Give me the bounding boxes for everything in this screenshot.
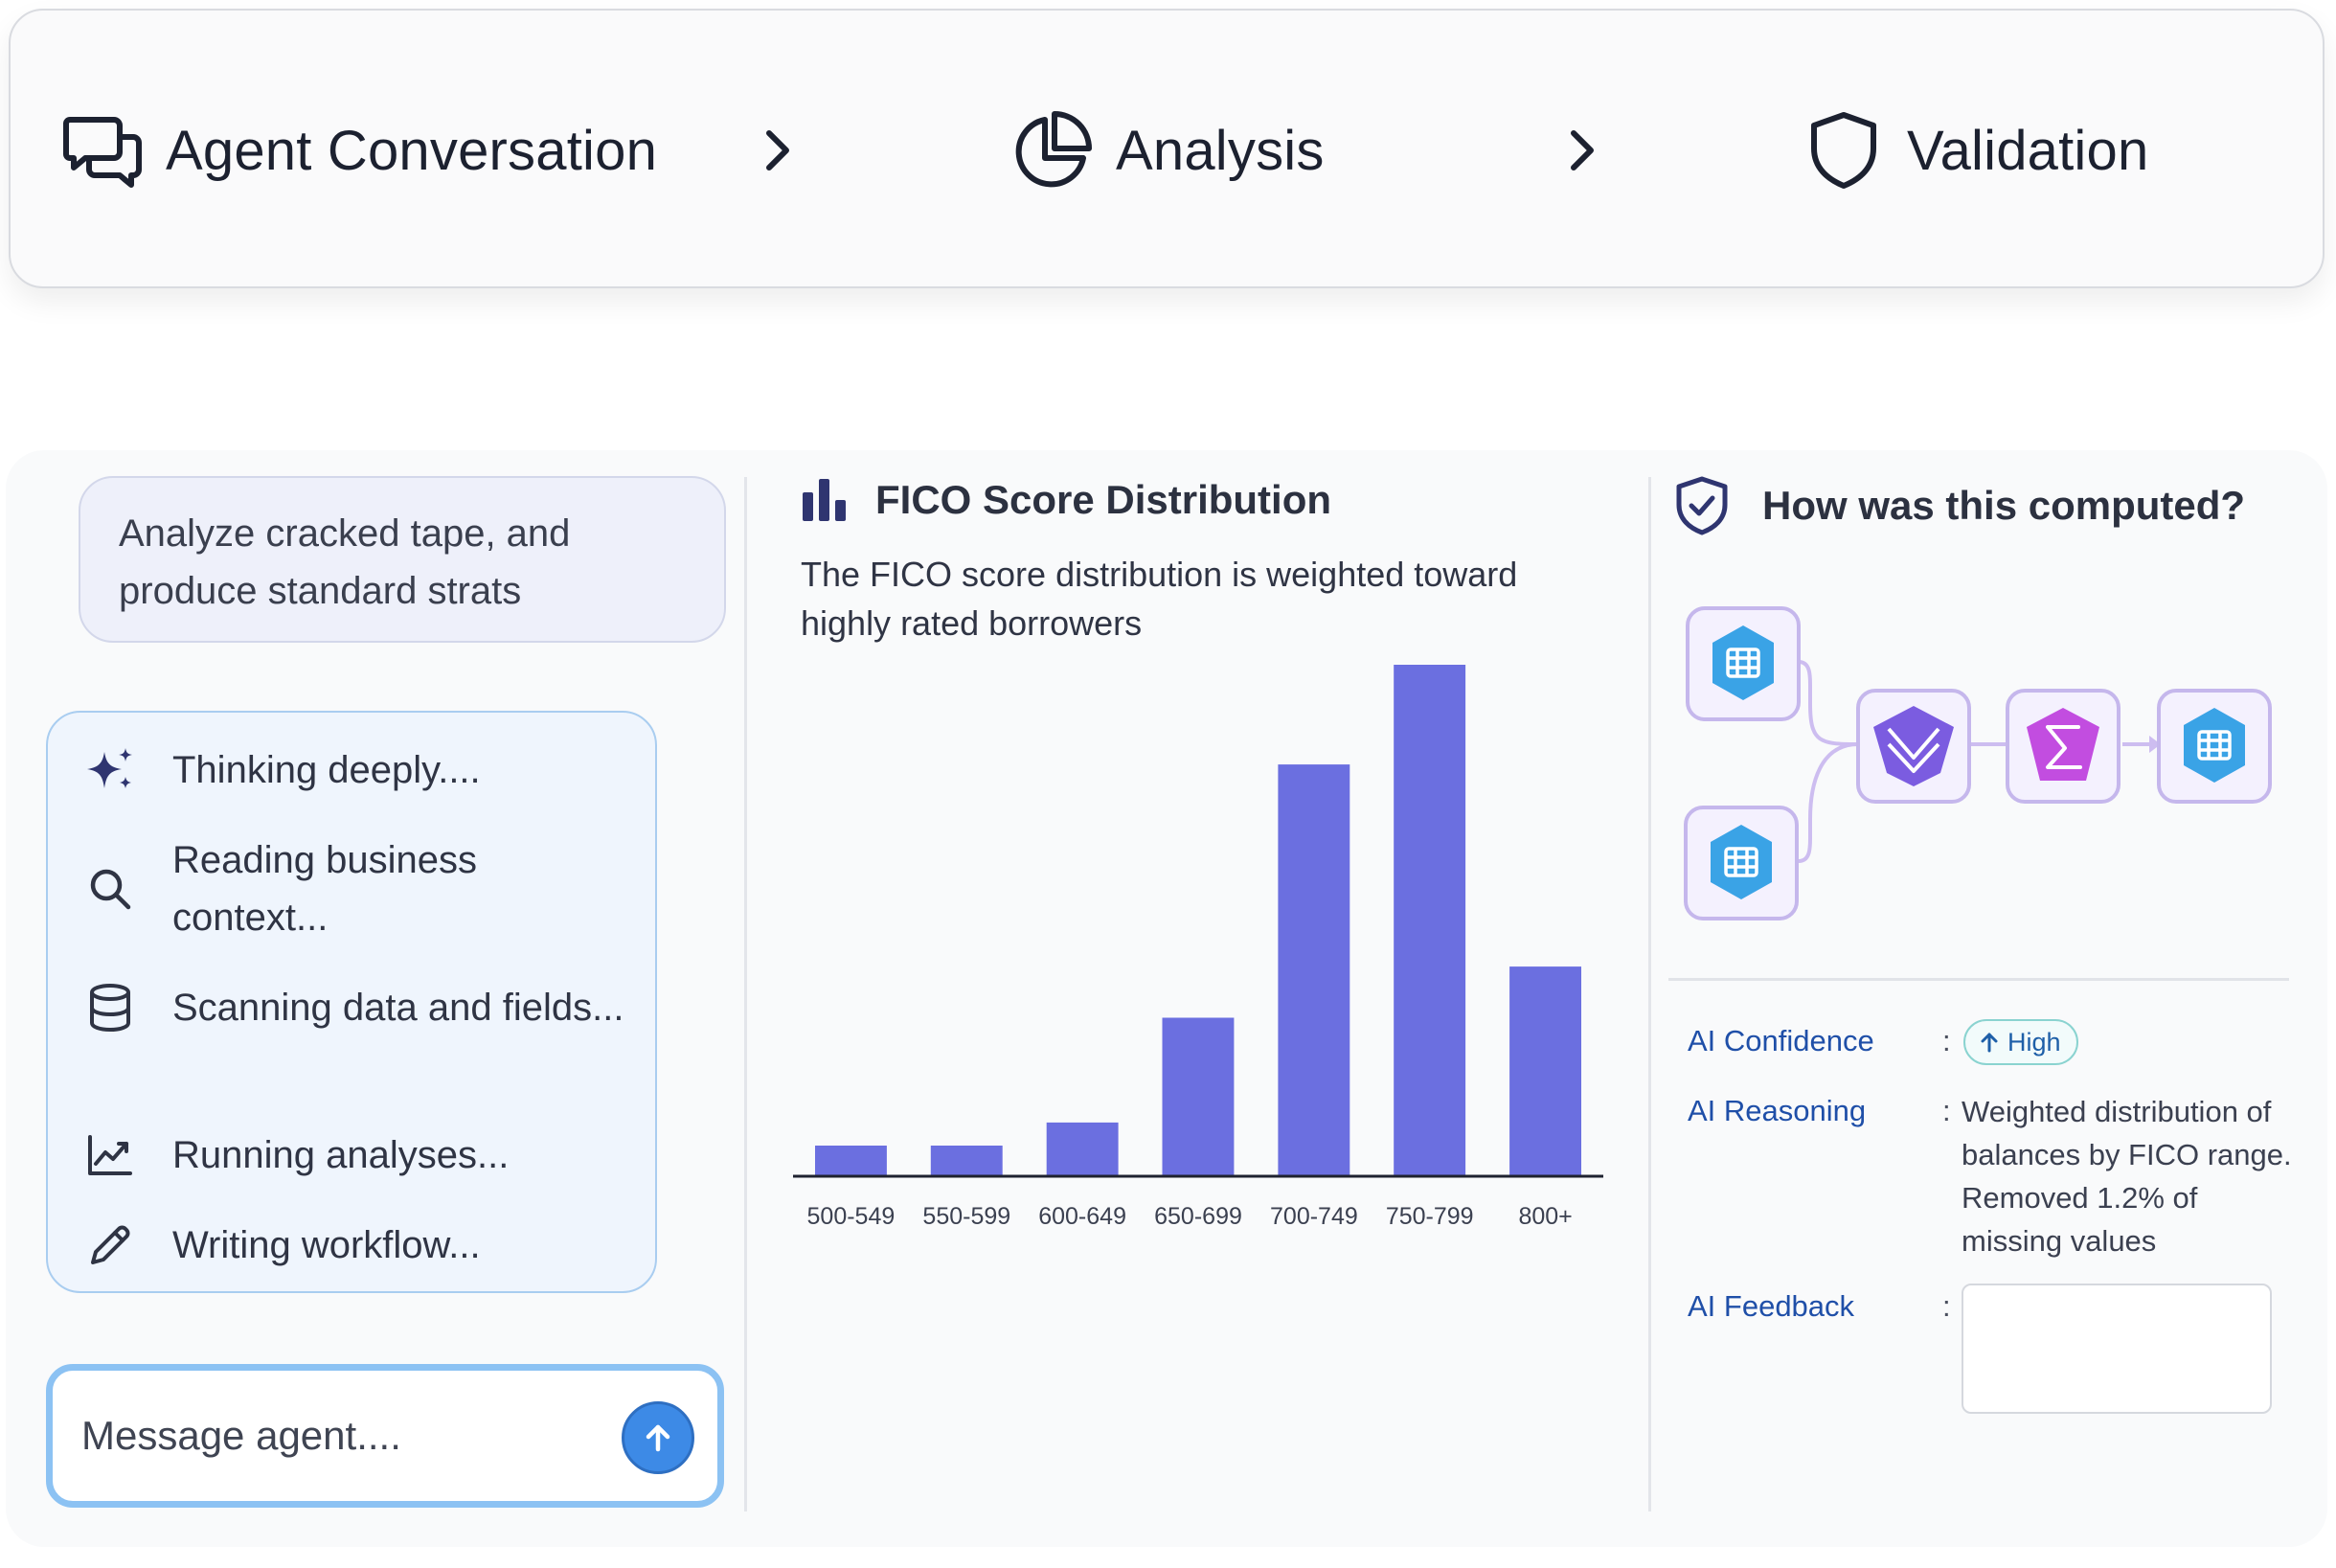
message-input[interactable] bbox=[81, 1405, 599, 1466]
chat-bubbles-icon bbox=[60, 108, 145, 193]
progress-step-text: Thinking deeply.... bbox=[172, 749, 481, 791]
chevron-right-icon bbox=[1571, 130, 1594, 170]
progress-step-text: Writing workflow... bbox=[172, 1224, 481, 1266]
shield-check-icon bbox=[1676, 476, 1728, 535]
x-tick-label: 500-549 bbox=[807, 1203, 896, 1230]
chart-title: FICO Score Distribution bbox=[875, 477, 1332, 522]
kv-separator: : bbox=[1942, 1094, 1951, 1127]
flow-node-aggregate[interactable] bbox=[2006, 689, 2121, 804]
validation-header: How was this computed? bbox=[1674, 475, 2245, 536]
x-tick-label: 550-599 bbox=[922, 1203, 1010, 1230]
confidence-badge: High bbox=[1963, 1019, 2078, 1065]
x-tick-label: 650-699 bbox=[1154, 1203, 1242, 1230]
step-agent-conversation[interactable]: Agent Conversation bbox=[60, 11, 657, 290]
sparkles-icon bbox=[48, 746, 172, 794]
ai-feedback-label: AI Feedback bbox=[1688, 1289, 1855, 1323]
column-divider bbox=[744, 477, 747, 1511]
flow-node-output-table[interactable] bbox=[2157, 689, 2272, 804]
progress-step-thinking: Thinking deeply.... bbox=[48, 741, 655, 799]
column-divider bbox=[1648, 477, 1651, 1511]
ai-reasoning-value: Weighted distribution of balances by FIC… bbox=[1962, 1095, 2292, 1258]
arrow-up-icon bbox=[646, 1424, 670, 1452]
bar-550-599[interactable] bbox=[930, 1146, 1003, 1176]
fico-bar-chart: 500-549 550-599 600-649 650-699 700-749 750-7… bbox=[793, 665, 1603, 1230]
bar-650-699[interactable] bbox=[1162, 1017, 1235, 1177]
computation-flow-diagram bbox=[1684, 606, 2272, 920]
workflow-stepper: Agent Conversation Analysis Validation bbox=[9, 9, 2325, 288]
step-analysis[interactable]: Analysis bbox=[1010, 11, 1325, 290]
arrow-up-icon bbox=[1981, 1033, 1998, 1053]
pie-chart-icon bbox=[1010, 108, 1095, 193]
ai-confidence-label: AI Confidence bbox=[1688, 1024, 1874, 1057]
progress-step-writing: Writing workflow... bbox=[48, 1216, 655, 1274]
kv-separator: : bbox=[1942, 1289, 1951, 1323]
message-composer bbox=[46, 1364, 724, 1508]
send-button[interactable] bbox=[622, 1401, 694, 1474]
progress-step-text: Reading business context... bbox=[172, 839, 477, 939]
progress-step-text: Scanning data and fields... bbox=[172, 987, 624, 1029]
flow-connector bbox=[1798, 742, 1859, 863]
step-label: Agent Conversation bbox=[166, 119, 658, 182]
chevron-right-icon bbox=[766, 130, 789, 170]
progress-step-text: Running analyses... bbox=[172, 1134, 510, 1176]
kv-separator: : bbox=[1942, 1024, 1951, 1057]
bar-700-749[interactable] bbox=[1278, 764, 1350, 1176]
confidence-value: High bbox=[2007, 1027, 2061, 1057]
progress-step-reading: Reading business context... bbox=[48, 831, 655, 946]
flow-node-source-table[interactable] bbox=[1684, 806, 1799, 920]
section-divider bbox=[1668, 978, 2289, 981]
flow-node-merge[interactable] bbox=[1856, 689, 1971, 804]
x-tick-label: 800+ bbox=[1518, 1203, 1572, 1230]
flow-connector bbox=[1798, 660, 1859, 746]
shield-icon bbox=[1802, 108, 1886, 193]
database-icon bbox=[48, 983, 172, 1033]
trend-chart-icon bbox=[48, 1133, 172, 1177]
bar-chart-icon bbox=[803, 479, 846, 521]
x-tick-label: 750-799 bbox=[1386, 1203, 1474, 1230]
progress-step-scanning: Scanning data and fields... bbox=[48, 979, 655, 1036]
step-validation[interactable]: Validation bbox=[1802, 11, 2148, 290]
user-prompt-bubble: Analyze cracked tape, and produce standa… bbox=[79, 476, 726, 643]
step-label: Validation bbox=[1907, 119, 2149, 182]
progress-step-running: Running analyses... bbox=[48, 1126, 655, 1184]
pencil-icon bbox=[48, 1222, 172, 1268]
bar-500-549[interactable] bbox=[815, 1146, 887, 1176]
chart-header: FICO Score Distribution bbox=[801, 477, 1331, 523]
step-label: Analysis bbox=[1116, 119, 1325, 182]
x-tick-label: 700-749 bbox=[1270, 1203, 1358, 1230]
bar-750-799[interactable] bbox=[1394, 665, 1466, 1176]
x-tick-label: 600-649 bbox=[1038, 1203, 1126, 1230]
flow-node-source-table[interactable] bbox=[1686, 606, 1801, 721]
search-icon bbox=[48, 866, 172, 912]
bar-600-649[interactable] bbox=[1046, 1122, 1119, 1176]
chart-subtitle: The FICO score distribution is weighted … bbox=[801, 555, 1518, 643]
ai-feedback-input[interactable] bbox=[1962, 1284, 2272, 1414]
ai-reasoning-label: AI Reasoning bbox=[1688, 1094, 1867, 1127]
bar-800+[interactable] bbox=[1509, 966, 1581, 1176]
agent-progress-panel: Thinking deeply.... Reading business con… bbox=[46, 711, 657, 1293]
validation-title: How was this computed? bbox=[1762, 483, 2246, 528]
